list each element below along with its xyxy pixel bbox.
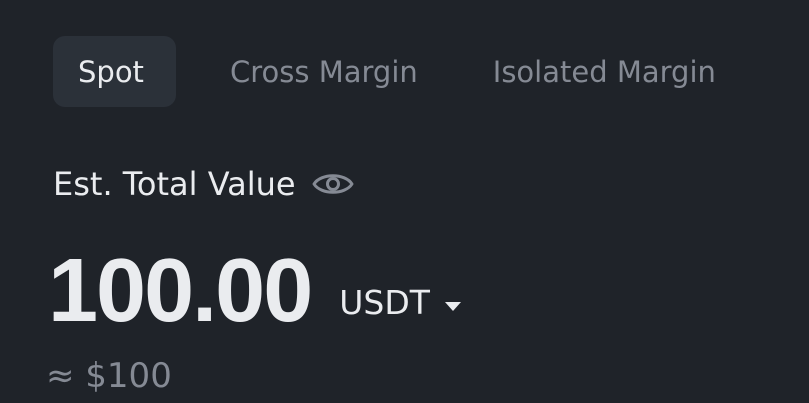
total-value-amount: 100.00: [48, 241, 313, 341]
tab-spot[interactable]: Spot: [53, 36, 176, 107]
account-type-tabs: Spot Cross Margin Isolated Margin: [53, 36, 716, 107]
total-value-row: 100.00 USDT: [48, 236, 462, 336]
eye-icon[interactable]: [312, 169, 354, 199]
currency-selector[interactable]: USDT: [339, 283, 462, 322]
fiat-approx-value: ≈ $100: [46, 356, 172, 396]
tab-cross-margin[interactable]: Cross Margin: [230, 36, 418, 107]
tab-isolated-margin[interactable]: Isolated Margin: [493, 36, 716, 107]
currency-label: USDT: [339, 283, 430, 322]
caret-down-icon: [444, 297, 462, 311]
total-value-label-row: Est. Total Value: [53, 158, 354, 210]
total-value-label: Est. Total Value: [53, 165, 296, 203]
